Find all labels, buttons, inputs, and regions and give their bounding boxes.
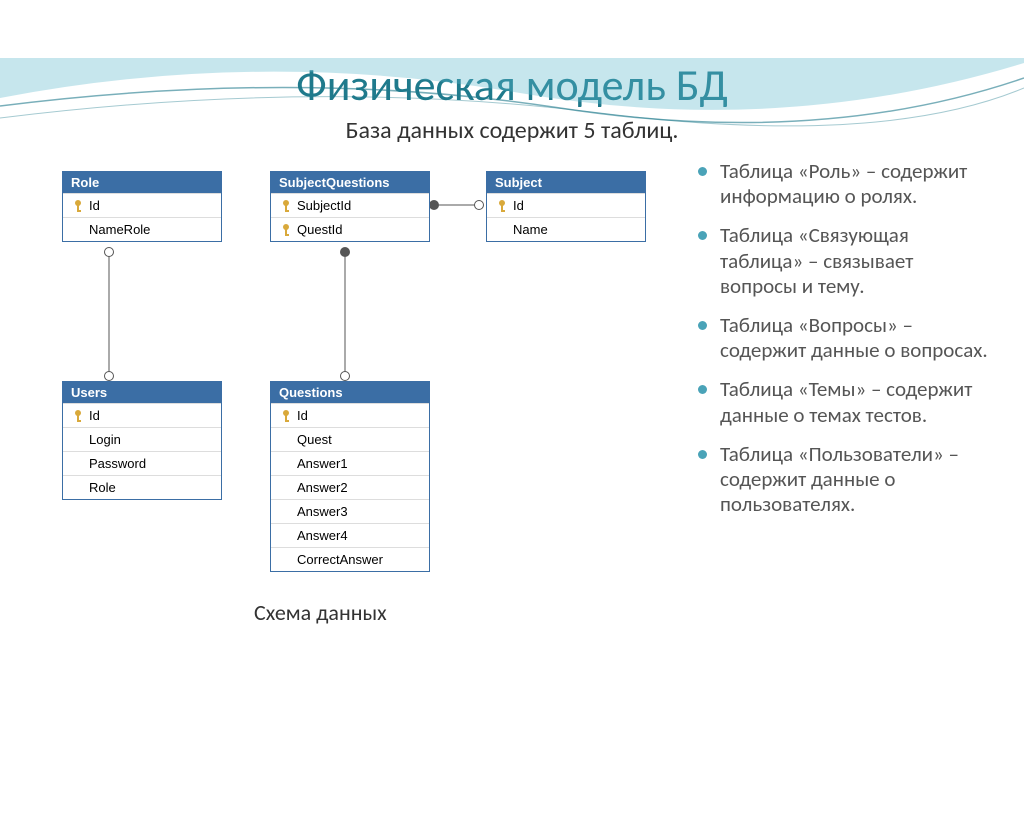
bullet-list: Таблица «Роль» – содержит информацию о р… [674,159,990,531]
key-icon [497,199,507,213]
key-icon [73,409,83,423]
diagram-caption: Схема данных [254,599,387,626]
column-name: CorrectAnswer [297,552,383,567]
column-name: QuestId [297,222,343,237]
table-subjectquestions: SubjectQuestions SubjectId QuestId [270,171,430,242]
key-icon [281,409,291,423]
list-item: Таблица «Роль» – содержит информацию о р… [698,159,990,209]
column-name: Password [89,456,146,471]
table-header: Role [63,172,221,193]
table-row: CorrectAnswer [271,547,429,571]
slide-title: Физическая модель БД [0,58,1024,112]
relationship-endpoint [104,371,114,381]
column-name: Answer1 [297,456,348,471]
column-name: Id [89,408,100,423]
table-row: Answer3 [271,499,429,523]
list-item: Таблица «Пользователи» – содержит данные… [698,442,990,518]
column-name: NameRole [89,222,150,237]
table-row: Quest [271,427,429,451]
column-name: Id [297,408,308,423]
column-name: SubjectId [297,198,351,213]
column-name: Id [89,198,100,213]
table-row: Answer2 [271,475,429,499]
key-icon [73,199,83,213]
table-row: QuestId [271,217,429,241]
relationship-endpoint [104,247,114,257]
table-row: Password [63,451,221,475]
table-row: Name [487,217,645,241]
column-name: Role [89,480,116,495]
db-schema-diagram: Role Id NameRole SubjectQuestions Subjec… [34,159,674,689]
list-item: Таблица «Связующая таблица» – связывает … [698,223,990,299]
relationship-endpoint [340,371,350,381]
table-row: Id [63,193,221,217]
column-name: Login [89,432,121,447]
table-row: SubjectId [271,193,429,217]
table-header: SubjectQuestions [271,172,429,193]
table-row: Id [487,193,645,217]
table-row: Id [271,403,429,427]
table-row: Login [63,427,221,451]
column-name: Answer4 [297,528,348,543]
table-row: Id [63,403,221,427]
table-role: Role Id NameRole [62,171,222,242]
table-row: Role [63,475,221,499]
relationship-endpoint [429,200,439,210]
table-header: Subject [487,172,645,193]
table-row: NameRole [63,217,221,241]
relationship-endpoint [340,247,350,257]
table-questions: Questions Id Quest Answer1 Answer2 Answe… [270,381,430,572]
table-row: Answer1 [271,451,429,475]
table-subject: Subject Id Name [486,171,646,242]
slide-subtitle: База данных содержит 5 таблиц. [0,116,1024,145]
column-name: Answer2 [297,480,348,495]
column-name: Answer3 [297,504,348,519]
key-icon [281,199,291,213]
list-item: Таблица «Вопросы» – содержит данные о во… [698,313,990,363]
table-users: Users Id Login Password Role [62,381,222,500]
table-row: Answer4 [271,523,429,547]
column-name: Quest [297,432,332,447]
key-icon [281,223,291,237]
column-name: Name [513,222,548,237]
column-name: Id [513,198,524,213]
relationship-endpoint [474,200,484,210]
table-header: Questions [271,382,429,403]
table-header: Users [63,382,221,403]
list-item: Таблица «Темы» – содержит данные о темах… [698,377,990,427]
